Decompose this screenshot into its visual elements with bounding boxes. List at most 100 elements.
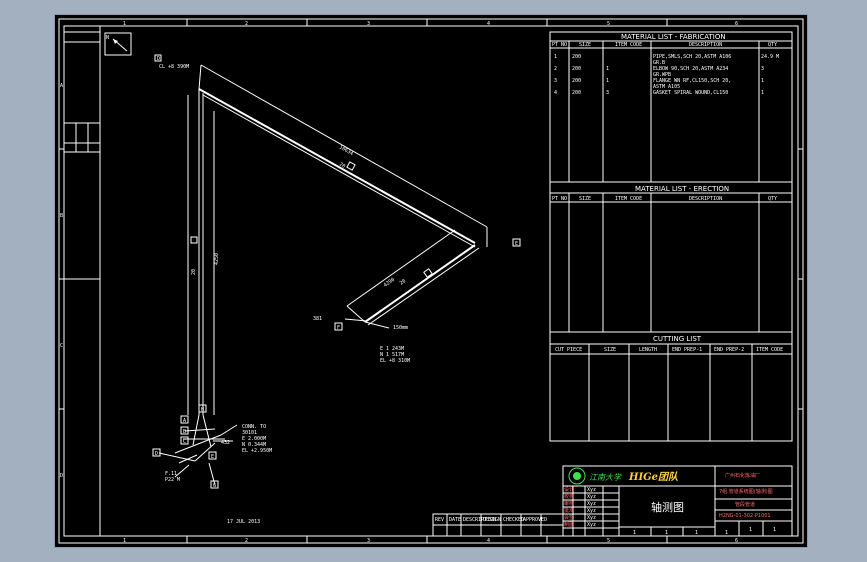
- col-number-6-bottom: 6: [735, 538, 738, 544]
- org-name: 江南大学: [589, 473, 622, 482]
- drawing-date: 17 JUL 2013: [227, 519, 260, 525]
- erec-title: MATERIAL LIST - ERECTION: [635, 185, 729, 193]
- erec-header-desc: DESCRIPTION: [689, 196, 722, 202]
- box-title-line-1: 7组.管道系统图(轴测)图: [719, 488, 773, 495]
- fab-row-2-code: 1: [606, 66, 609, 72]
- col-number-4-bottom: 4: [487, 538, 490, 544]
- bottom-cell-3: 1: [695, 530, 698, 536]
- vertical-tag-box: [190, 236, 198, 244]
- fab-row-1-pt: 1: [554, 54, 557, 60]
- fab-header-qty: QTY: [768, 42, 777, 48]
- lower-mark: 432: [221, 440, 230, 446]
- fab-row-4-qty: 1: [761, 90, 764, 96]
- fab-row-2-size: 200: [572, 66, 581, 72]
- sign-label-1: 设计: [564, 486, 574, 493]
- col-number-5-bottom: 5: [607, 538, 610, 544]
- col-number-3: 3: [367, 21, 370, 27]
- row-letter-d: D: [60, 473, 63, 479]
- cut-header-piece: CUT PIECE: [555, 347, 582, 353]
- bottom-cell-4: 1: [725, 530, 728, 536]
- lower-flag-c: C: [183, 439, 186, 445]
- fab-row-4-pt: 4: [554, 90, 557, 96]
- top-diag-tag-box: [346, 161, 356, 171]
- university-logo-icon: [568, 467, 586, 485]
- fab-title: MATERIAL LIST - FABRICATION: [621, 33, 726, 41]
- top-elevation-callout: CL +8 390M: [159, 64, 189, 70]
- col-number-6: 6: [735, 21, 738, 27]
- top-diag-tag: 20: [338, 162, 346, 170]
- material-erec-table: [549, 181, 793, 333]
- sign-label-5: 会签: [564, 514, 574, 521]
- rev-header-checked: CHECKED: [503, 517, 524, 523]
- lower-flag-e: E: [211, 454, 214, 460]
- col-number-5: 5: [607, 21, 610, 27]
- erec-header-qty: QTY: [768, 196, 777, 202]
- bottom-cell-1: 1: [633, 530, 636, 536]
- sign-label-2: 校核: [564, 493, 574, 500]
- team-name: HIGe团队: [628, 471, 679, 483]
- fab-header-desc: DESCRIPTION: [689, 42, 722, 48]
- lower-flag-g: G: [213, 483, 216, 489]
- rev-header-approved: APPROVED: [523, 517, 547, 523]
- row-letter-a: A: [60, 83, 63, 89]
- col-number-1-bottom: 1: [123, 538, 126, 544]
- cut-header-length: LENGTH: [639, 347, 657, 353]
- pipe-run: [158, 64, 488, 486]
- fab-header-code: ITEM CODE: [615, 42, 642, 48]
- fab-row-1-qty: 24.9 M: [761, 54, 779, 60]
- erec-header-pt: PT NO: [552, 196, 567, 202]
- left-binding-strip: [63, 26, 101, 536]
- conn-line-5: EL +2.950M: [242, 448, 272, 454]
- lower-flag-b: B: [183, 429, 186, 435]
- row-letter-b: B: [60, 213, 63, 219]
- fab-row-4-desc-a: GASKET SPIRAL WOUND,CL150: [653, 90, 728, 96]
- col-number-1: 1: [123, 21, 126, 27]
- fab-row-2-pt: 2: [554, 66, 557, 72]
- isometric-drawing-canvas: 1 2 3 4 5 6 1 2 3 4 5 6 A B C D N D CL +…: [58, 18, 804, 544]
- row-letter-c: C: [60, 343, 63, 349]
- col-number-3-bottom: 3: [367, 538, 370, 544]
- coord-line-3: EL +8 310M: [380, 358, 410, 364]
- cut-header-prep1: END PREP-1: [672, 347, 702, 353]
- bottom-cell-2: 1: [665, 530, 668, 536]
- north-label: N: [106, 35, 109, 41]
- mid-note: 150mm: [393, 325, 408, 331]
- sign-name-3: Xyz: [587, 501, 596, 507]
- vertical-dimension: 4250: [214, 253, 220, 265]
- lower-flag-d: D: [155, 451, 158, 457]
- sign-name-6: Xyz: [587, 522, 596, 528]
- vertical-tag: 20: [191, 269, 197, 275]
- rev-header-rev: REV: [435, 517, 444, 523]
- fab-row-1-size: 200: [572, 54, 581, 60]
- top-flag-label: D: [157, 56, 160, 62]
- box-title-line-2: 管段管道: [735, 501, 755, 508]
- fab-header-size: SIZE: [579, 42, 591, 48]
- base-note-2: P22 M: [165, 477, 180, 483]
- sign-label-4: 批准: [564, 507, 574, 514]
- col-number-2-bottom: 2: [245, 538, 248, 544]
- sheet-info-1: 1: [749, 527, 752, 533]
- cut-header-prep2: END PREP-2: [714, 347, 744, 353]
- drawing-sheet: 1 2 3 4 5 6 1 2 3 4 5 6 A B C D N D CL +…: [55, 15, 807, 547]
- top-diag-dimension: 10634: [338, 145, 354, 158]
- sign-name-2: Xyz: [587, 494, 596, 500]
- fab-row-4-size: 200: [572, 90, 581, 96]
- rev-header-design: DESIGN: [483, 517, 501, 523]
- cutting-title: CUTTING LIST: [653, 335, 702, 343]
- drawing-number: H2NG-01-302-P1001: [719, 513, 771, 519]
- fab-row-3-size: 200: [572, 78, 581, 84]
- sheet-title: 轴测图: [651, 500, 684, 514]
- erec-header-size: SIZE: [579, 196, 591, 202]
- sign-label-3: 审核: [564, 500, 574, 507]
- left-dimension-mark: 381: [313, 316, 322, 322]
- lower-diag-dimension: 4290: [383, 277, 396, 289]
- fab-header-pt: PT NO: [552, 42, 567, 48]
- lower-diag-tag: 20: [399, 278, 407, 286]
- col-number-4: 4: [487, 21, 490, 27]
- sign-name-1: Xyz: [587, 487, 596, 493]
- sign-label-6: 制图: [564, 521, 574, 528]
- sign-name-4: Xyz: [587, 508, 596, 514]
- col-number-2: 2: [245, 21, 248, 27]
- rev-header-date: DATE: [449, 517, 461, 523]
- sign-name-5: Xyz: [587, 515, 596, 521]
